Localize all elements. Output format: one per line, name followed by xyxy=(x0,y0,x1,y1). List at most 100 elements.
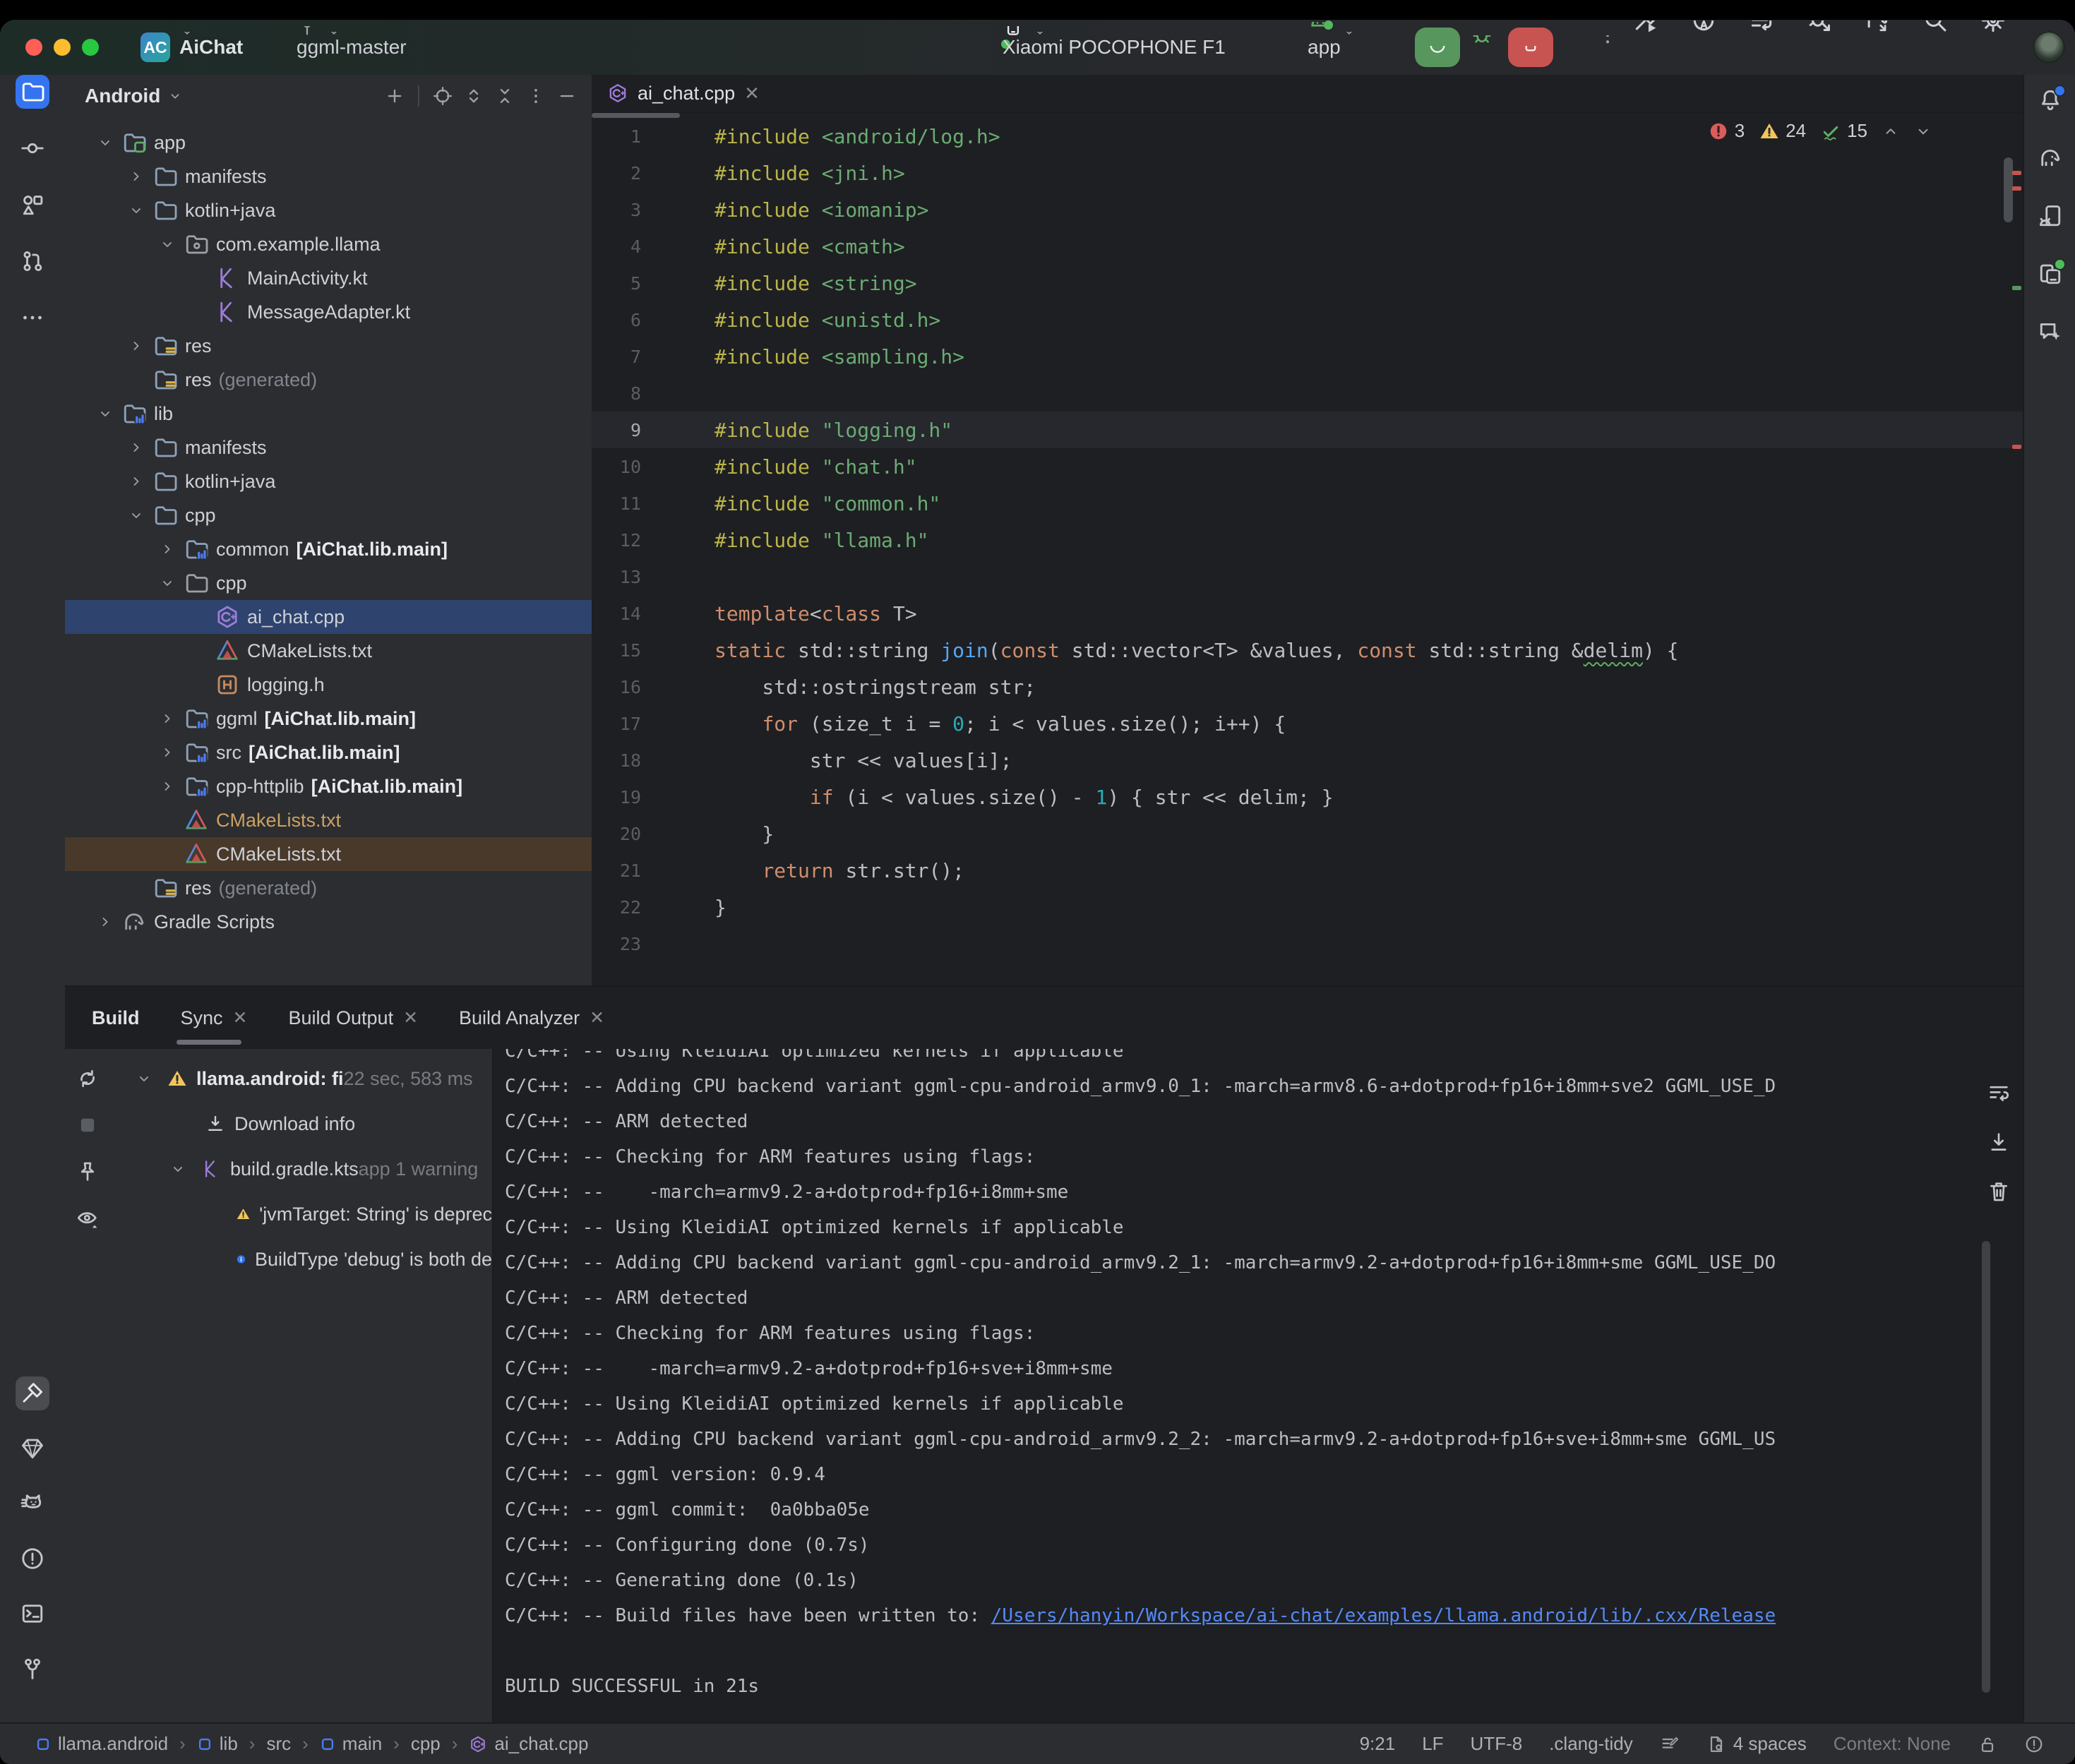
code-line-10[interactable]: 10#include "chat.h" xyxy=(592,448,2023,485)
task-list-icon[interactable] xyxy=(1748,20,1775,47)
tree-chevron-icon[interactable] xyxy=(159,744,176,761)
code-line-3[interactable]: 3#include <iomanip> xyxy=(592,191,2023,228)
code-line-17[interactable]: 17 for (size_t i = 0; i < values.size();… xyxy=(592,705,2023,742)
code-line-7[interactable]: 7#include <sampling.h> xyxy=(592,338,2023,375)
build-tab-build-output[interactable]: Build Output✕ xyxy=(288,987,418,1049)
tree-item-kotlin-java[interactable]: kotlin+java xyxy=(65,193,592,227)
code-line-20[interactable]: 20 } xyxy=(592,815,2023,852)
build-hammer-icon[interactable] xyxy=(1632,20,1659,47)
expand-all-icon[interactable] xyxy=(463,85,484,107)
project-options-icon[interactable] xyxy=(525,85,546,107)
code-line-5[interactable]: 5#include <string> xyxy=(592,265,2023,301)
inspections-widget[interactable]: 32415 xyxy=(1708,120,1932,142)
version-control-tool[interactable] xyxy=(16,1652,49,1686)
stop-button[interactable] xyxy=(1508,28,1553,67)
running-devices-tool[interactable] xyxy=(2033,257,2067,291)
tree-chevron-icon[interactable] xyxy=(97,405,114,422)
problems-tool[interactable] xyxy=(16,1542,49,1576)
tree-item-manifests[interactable]: manifests xyxy=(65,431,592,464)
tree-chevron-icon[interactable] xyxy=(97,134,114,151)
code-line-21[interactable]: 21 return str.str(); xyxy=(592,852,2023,889)
build-tab-sync[interactable]: Sync✕ xyxy=(181,987,248,1049)
previous-problem-icon[interactable] xyxy=(1882,122,1900,140)
more-tool-windows[interactable] xyxy=(16,301,49,335)
tree-item-cmakelists-txt[interactable]: CMakeLists.txt xyxy=(65,803,592,837)
warnings-count[interactable]: 24 xyxy=(1759,120,1806,142)
minimize-window-button[interactable] xyxy=(54,39,71,56)
sync-tree-row[interactable]: llama.android: fi 22 sec, 583 ms xyxy=(124,1056,492,1101)
tree-chevron-icon[interactable] xyxy=(169,1160,186,1177)
hide-panel-icon[interactable] xyxy=(556,85,578,107)
tree-item-cpp[interactable]: cpp xyxy=(65,498,592,532)
tab-scroll-indicator[interactable] xyxy=(592,113,680,118)
zoom-window-button[interactable] xyxy=(82,39,99,56)
tree-item-gradle-scripts[interactable]: Gradle Scripts xyxy=(65,905,592,939)
status-file-lock[interactable] xyxy=(1978,1734,1997,1754)
error-stripe-mark[interactable] xyxy=(2012,445,2021,449)
eye-button[interactable] xyxy=(73,1204,102,1232)
avatar[interactable] xyxy=(2033,32,2064,63)
code-line-6[interactable]: 6#include <unistd.h> xyxy=(592,301,2023,338)
project-switcher[interactable]: AiChat xyxy=(179,40,195,55)
select-opened-file-icon[interactable] xyxy=(432,85,453,107)
code-line-14[interactable]: 14template<class T> xyxy=(592,595,2023,632)
settings-icon[interactable] xyxy=(1980,20,2007,47)
breadcrumb-main[interactable]: main xyxy=(320,1733,382,1755)
commit-tool[interactable] xyxy=(16,131,49,165)
code-line-22[interactable]: 22} xyxy=(592,889,2023,925)
tree-item-res[interactable]: res(generated) xyxy=(65,871,592,905)
close-tab-icon[interactable]: ✕ xyxy=(590,1007,604,1028)
rerun-button[interactable] xyxy=(1415,28,1460,67)
tree-item-logging-h[interactable]: logging.h xyxy=(65,668,592,702)
close-tab-icon[interactable]: ✕ xyxy=(233,1007,248,1028)
build-tool[interactable] xyxy=(16,1376,49,1410)
tree-chevron-icon[interactable] xyxy=(159,236,176,253)
code-line-13[interactable]: 13 xyxy=(592,558,2023,595)
attach-debugger-icon[interactable] xyxy=(1806,20,1833,47)
graysq-button[interactable] xyxy=(73,1111,102,1139)
status-line-separator[interactable]: LF xyxy=(1422,1733,1443,1755)
sync-tree-row[interactable]: Download info xyxy=(124,1101,492,1146)
trash-button[interactable] xyxy=(1985,1177,2013,1206)
close-tab-icon[interactable]: ✕ xyxy=(744,83,760,104)
tree-item-lib[interactable]: lib xyxy=(65,397,592,431)
code-line-23[interactable]: 23 xyxy=(592,925,2023,962)
gradle-sync-icon[interactable] xyxy=(1864,20,1891,47)
tree-item-common[interactable]: common[AiChat.lib.main] xyxy=(65,532,592,566)
add-icon[interactable] xyxy=(384,85,405,107)
code-line-11[interactable]: 11#include "common.h" xyxy=(592,485,2023,522)
tree-item-ggml[interactable]: ggml[AiChat.lib.main] xyxy=(65,702,592,736)
branch-switcher[interactable]: ggml-master xyxy=(297,37,342,58)
build-tab-build-analyzer[interactable]: Build Analyzer✕ xyxy=(459,987,604,1049)
tree-item-res[interactable]: res(generated) xyxy=(65,363,592,397)
resource-manager-tool[interactable] xyxy=(16,188,49,222)
breadcrumb-cpp[interactable]: cpp xyxy=(411,1733,441,1755)
tree-item-manifests[interactable]: manifests xyxy=(65,160,592,193)
code-line-2[interactable]: 2#include <jni.h> xyxy=(592,155,2023,191)
tree-item-com-example-llama[interactable]: com.example.llama xyxy=(65,227,592,261)
error-stripe-mark[interactable] xyxy=(2012,186,2021,191)
tree-item-ai-chat-cpp[interactable]: ai_chat.cpp xyxy=(65,600,592,634)
passed-count[interactable]: 15 xyxy=(1820,120,1867,142)
next-problem-icon[interactable] xyxy=(1914,122,1932,140)
tree-chevron-icon[interactable] xyxy=(159,541,176,558)
run-more-options-button[interactable] xyxy=(1596,35,1620,59)
tab-ai-chat-cpp[interactable]: ai_chat.cpp ✕ xyxy=(592,75,774,112)
status-indent-size[interactable]: 4 spaces xyxy=(1706,1733,1807,1755)
device-selector[interactable]: Xiaomi POCOPHONE F1 xyxy=(1003,37,1048,58)
change-stripe-mark[interactable] xyxy=(2012,286,2021,290)
code-line-18[interactable]: 18 str << values[i]; xyxy=(592,742,2023,779)
tree-item-kotlin-java[interactable]: kotlin+java xyxy=(65,464,592,498)
status-caret-position[interactable]: 9:21 xyxy=(1360,1733,1396,1755)
code-line-4[interactable]: 4#include <cmath> xyxy=(592,228,2023,265)
tree-item-cmakelists-txt[interactable]: CMakeLists.txt xyxy=(65,634,592,668)
tree-item-messageadapter-kt[interactable]: MessageAdapter.kt xyxy=(65,295,592,329)
breadcrumb-ai-chat-cpp[interactable]: ai_chat.cpp xyxy=(469,1733,588,1755)
code-line-19[interactable]: 19 if (i < values.size() - 1) { str << d… xyxy=(592,779,2023,815)
close-tab-icon[interactable]: ✕ xyxy=(403,1007,418,1028)
code-line-15[interactable]: 15static std::string join(const std::vec… xyxy=(592,632,2023,668)
terminal-tool[interactable] xyxy=(16,1597,49,1631)
tree-chevron-icon[interactable] xyxy=(97,913,114,930)
tree-item-cmakelists-txt[interactable]: CMakeLists.txt xyxy=(65,837,592,871)
run-config-selector[interactable]: app xyxy=(1308,35,1357,60)
